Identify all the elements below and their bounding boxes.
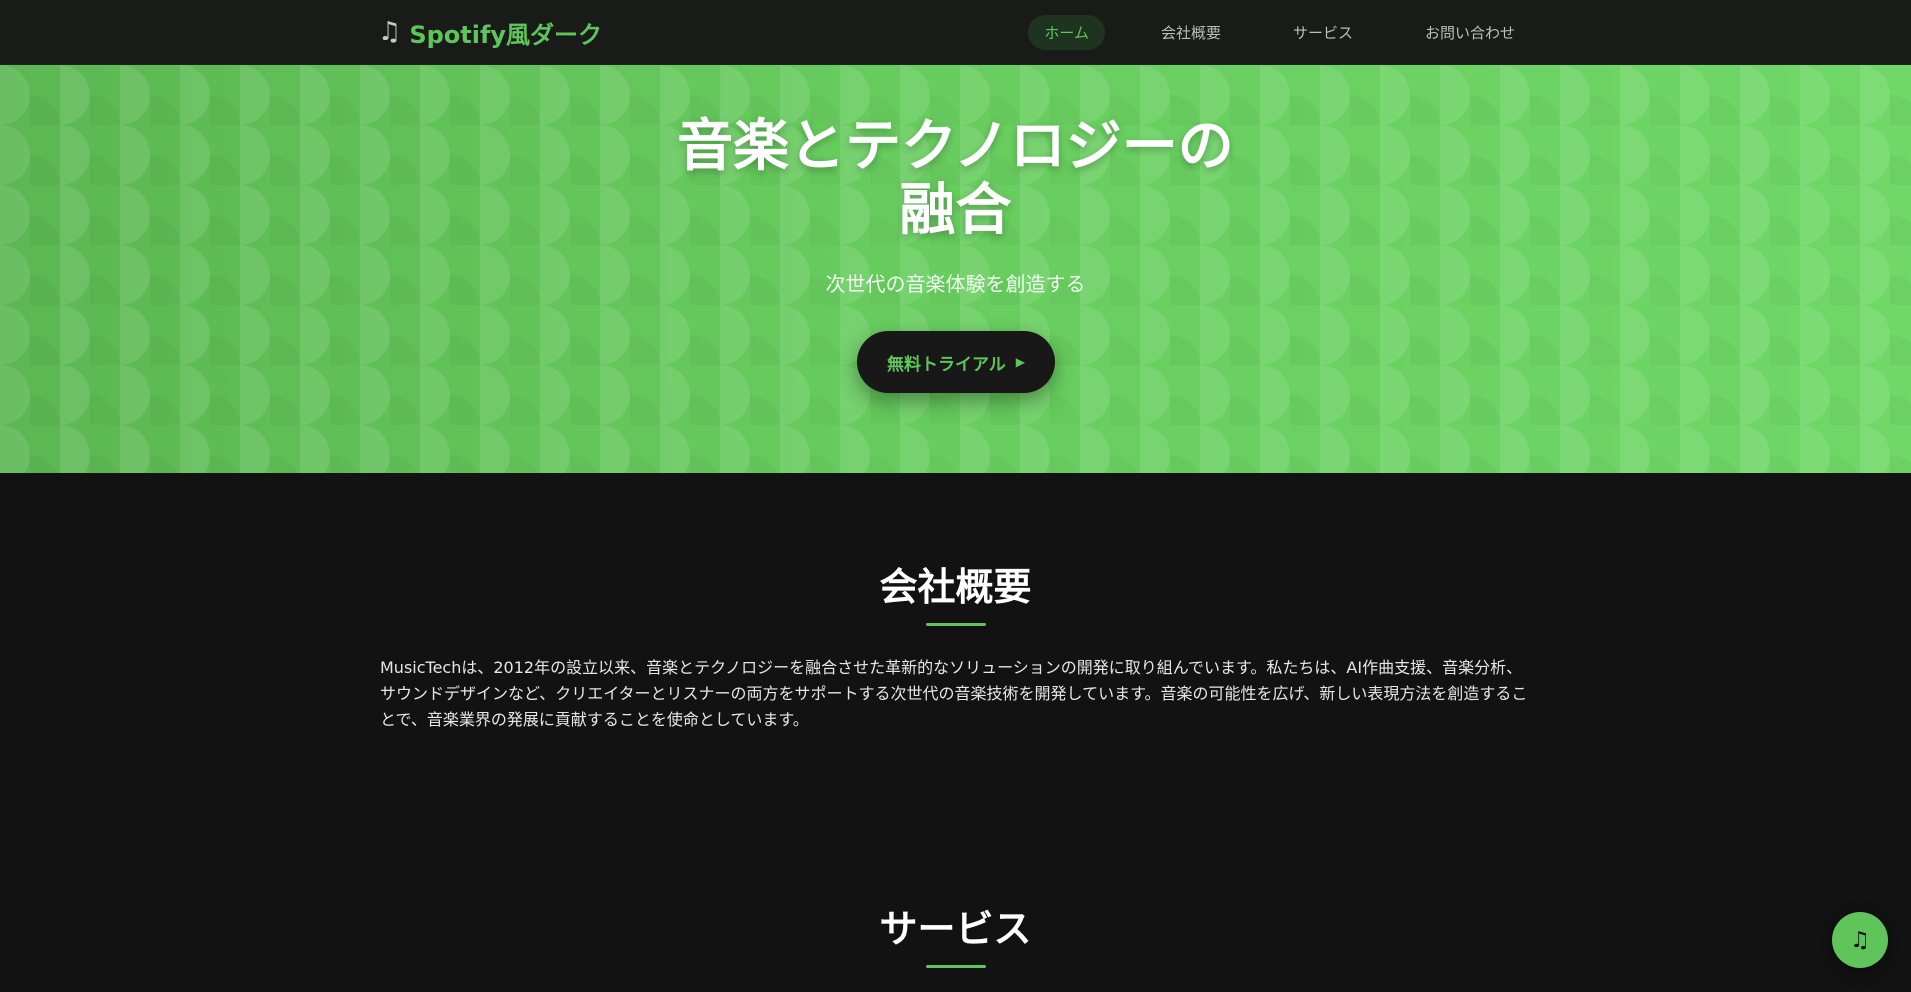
services-title-underline [926, 965, 986, 968]
services-title: サービス [879, 907, 1032, 951]
nav-item-contact[interactable]: お問い合わせ [1409, 15, 1531, 50]
music-note-icon: ♫ [378, 17, 402, 47]
about-title: 会社概要 [879, 565, 1032, 609]
about-title-underline [926, 623, 986, 626]
hero-section: 音楽とテクノロジーの 融合 次世代の音楽体験を創造する 無料トライアル ▶ [0, 65, 1911, 473]
music-note-icon: ♫ [1850, 927, 1870, 953]
hero-title-line2: 融合 [899, 178, 1012, 243]
nav-item-about[interactable]: 会社概要 [1145, 15, 1237, 50]
hero-title-line1: 音楽とテクノロジーの [677, 114, 1234, 179]
hero-subtitle: 次世代の音楽体験を創造する [825, 272, 1086, 296]
about-text: MusicTechは、2012年の設立以来、音楽とテクノロジーを融合させた革新的… [380, 658, 1528, 729]
music-player-button[interactable]: ♫ [1832, 912, 1888, 968]
play-icon: ▶ [1015, 355, 1026, 369]
hero-title: 音楽とテクノロジーの 融合 [0, 115, 1911, 243]
site-logo[interactable]: ♫ Spotify風ダーク [378, 14, 602, 50]
nav-item-services[interactable]: サービス [1277, 15, 1369, 50]
nav-item-home[interactable]: ホーム [1028, 15, 1105, 50]
logo-text: Spotify風ダーク [409, 20, 603, 49]
free-trial-button[interactable]: 無料トライアル ▶ [857, 331, 1055, 393]
site-header: ♫ Spotify風ダーク ホーム 会社概要 サービス お問い合わせ [0, 0, 1911, 65]
free-trial-label: 無料トライアル [886, 354, 1006, 375]
main-nav: ホーム 会社概要 サービス お問い合わせ [1028, 15, 1531, 50]
